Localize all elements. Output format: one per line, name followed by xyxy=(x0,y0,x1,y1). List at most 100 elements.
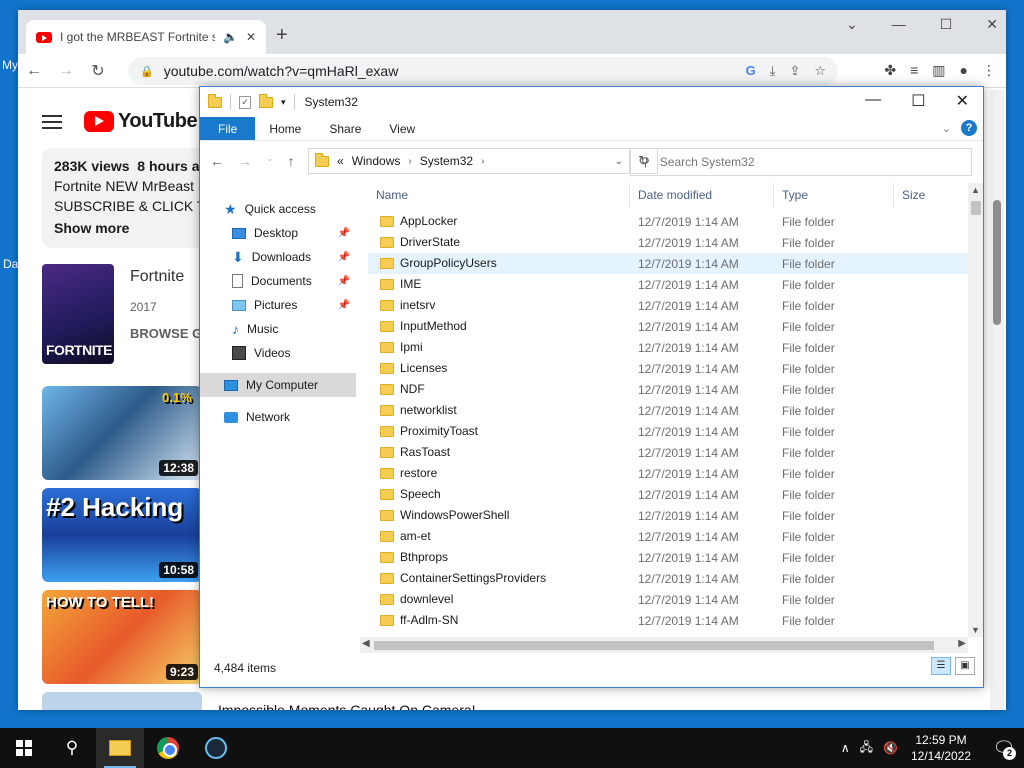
nav-pictures[interactable]: Pictures 📌 xyxy=(200,293,356,317)
minimize-icon[interactable]: — xyxy=(865,91,881,111)
new-folder-icon[interactable] xyxy=(259,93,273,108)
nav-documents[interactable]: Documents 📌 xyxy=(200,269,356,293)
table-row[interactable]: DriverState 12/7/2019 1:14 AM File folder xyxy=(368,232,968,253)
show-hidden-icons-icon[interactable]: ∧ xyxy=(841,741,850,755)
taskbar-file-explorer[interactable] xyxy=(96,728,144,768)
forward-icon[interactable]: → xyxy=(238,153,252,169)
desktop-icon-label[interactable]: My xyxy=(2,58,18,72)
nav-quick-access[interactable]: ★ Quick access xyxy=(200,197,356,221)
menu-icon[interactable] xyxy=(42,114,62,129)
search-button[interactable]: ⚲ xyxy=(48,728,96,768)
table-row[interactable]: InputMethod 12/7/2019 1:14 AM File folder xyxy=(368,316,968,337)
table-row[interactable]: am-et 12/7/2019 1:14 AM File folder xyxy=(368,526,968,547)
lock-icon[interactable]: 🔒 xyxy=(140,65,154,78)
notification-center-button[interactable]: 🗨 2 xyxy=(984,728,1024,768)
media-control-icon[interactable]: ≡ xyxy=(910,62,918,79)
up-icon[interactable]: ↑ xyxy=(288,153,295,169)
volume-muted-icon[interactable]: 🔇 xyxy=(883,741,898,755)
page-scrollbar-thumb[interactable] xyxy=(993,200,1001,325)
chrome-menu-icon[interactable]: ⋮ xyxy=(982,62,996,79)
expand-ribbon-icon[interactable]: ⌄ xyxy=(942,122,951,135)
quick-access-dropdown-icon[interactable]: ▾ xyxy=(281,97,286,108)
file-name-cell[interactable]: NDF xyxy=(380,382,425,396)
search-input[interactable] xyxy=(659,155,940,169)
scrollbar-thumb[interactable] xyxy=(374,641,934,650)
side-panel-icon[interactable]: ▥ xyxy=(932,62,945,79)
video-thumbnail[interactable]: #2 Hacking 10:58 xyxy=(42,488,202,582)
url-text[interactable]: youtube.com/watch?v=qmHaRl_exaw xyxy=(164,63,736,79)
tab-file[interactable]: File xyxy=(200,117,256,140)
table-row[interactable]: networklist 12/7/2019 1:14 AM File folder xyxy=(368,400,968,421)
new-tab-icon[interactable]: + xyxy=(276,24,288,47)
help-icon[interactable]: ? xyxy=(961,120,977,136)
address-bar[interactable]: 🔒 youtube.com/watch?v=qmHaRl_exaw G ⤓ ⇪ … xyxy=(128,57,838,85)
browser-tab[interactable]: I got the MRBEAST Fortnite skin 🔈 ✕ xyxy=(26,20,266,54)
game-thumbnail[interactable]: FORTNITE xyxy=(42,264,114,364)
chevron-down-icon[interactable]: ⌄ xyxy=(615,156,623,167)
page-scrollbar[interactable] xyxy=(990,90,1004,710)
search-box[interactable]: ⚲ xyxy=(630,148,972,176)
video-thumbnail[interactable] xyxy=(42,692,202,710)
file-name-cell[interactable]: am-et xyxy=(380,529,431,543)
maximize-icon[interactable]: ☐ xyxy=(911,91,925,111)
file-name-cell[interactable]: GroupPolicyUsers xyxy=(380,256,497,270)
table-row[interactable]: WindowsPowerShell 12/7/2019 1:14 AM File f… xyxy=(368,505,968,526)
reload-icon[interactable]: ↻ xyxy=(82,61,114,81)
chevron-right-icon[interactable]: › xyxy=(408,156,411,167)
file-name-cell[interactable]: Speech xyxy=(380,487,441,501)
file-name-cell[interactable]: Bthprops xyxy=(380,550,448,564)
table-row[interactable]: ContainerSettingsProviders 12/7/2019 1:14… xyxy=(368,568,968,589)
tab-view[interactable]: View xyxy=(375,117,429,140)
scroll-right-icon[interactable]: ▶ xyxy=(958,638,966,649)
scroll-down-icon[interactable]: ▼ xyxy=(971,625,980,635)
table-row[interactable]: inetsrv 12/7/2019 1:14 AM File folder xyxy=(368,295,968,316)
chevron-right-icon[interactable]: › xyxy=(481,156,484,167)
table-row[interactable]: ProximityToast 12/7/2019 1:14 AM File fold… xyxy=(368,421,968,442)
properties-icon[interactable]: ✓ xyxy=(239,95,251,109)
column-name[interactable]: Name xyxy=(368,183,630,207)
table-row[interactable]: downlevel 12/7/2019 1:14 AM File folder xyxy=(368,589,968,610)
nav-my-computer[interactable]: My Computer xyxy=(200,373,356,397)
file-name-cell[interactable]: downlevel xyxy=(380,592,453,606)
network-icon[interactable]: 🖧 xyxy=(860,738,873,759)
breadcrumb-system32[interactable]: System32 xyxy=(420,154,473,168)
maximize-icon[interactable]: ☐ xyxy=(940,16,953,33)
column-type[interactable]: Type xyxy=(774,183,894,207)
video-thumbnail[interactable]: HOW TO TELL! 9:23 xyxy=(42,590,202,684)
file-list-scrollbar[interactable]: ▲ ▼ xyxy=(968,183,983,637)
back-icon[interactable]: ← xyxy=(18,62,50,80)
file-name-cell[interactable]: Licenses xyxy=(380,361,447,375)
pin-icon[interactable]: 📌 xyxy=(338,276,350,287)
youtube-logo[interactable]: YouTube xyxy=(84,110,198,133)
pin-icon[interactable]: 📌 xyxy=(338,300,350,311)
file-name-cell[interactable]: RasToast xyxy=(380,445,450,459)
table-row[interactable]: Licenses 12/7/2019 1:14 AM File folder xyxy=(368,358,968,379)
start-button[interactable] xyxy=(0,728,48,768)
nav-desktop[interactable]: Desktop 📌 xyxy=(200,221,356,245)
taskbar-steam[interactable] xyxy=(192,728,240,768)
back-icon[interactable]: ← xyxy=(210,153,224,169)
nav-videos[interactable]: Videos xyxy=(200,341,356,365)
google-lens-icon[interactable]: G xyxy=(746,63,756,79)
table-row[interactable]: Bthprops 12/7/2019 1:14 AM File folder xyxy=(368,547,968,568)
column-date-modified[interactable]: Date modified xyxy=(630,183,774,207)
desktop-icon-label[interactable]: Da xyxy=(3,257,18,271)
file-name-cell[interactable]: ProximityToast xyxy=(380,424,478,438)
file-name-cell[interactable]: Ipmi xyxy=(380,340,423,354)
file-name-cell[interactable]: InputMethod xyxy=(380,319,467,333)
tab-share[interactable]: Share xyxy=(315,117,375,140)
nav-network[interactable]: Network xyxy=(200,405,356,429)
file-name-cell[interactable]: inetsrv xyxy=(380,298,435,312)
file-name-cell[interactable]: restore xyxy=(380,466,437,480)
file-name-cell[interactable]: DriverState xyxy=(380,235,460,249)
large-icons-view-icon[interactable]: ▣ xyxy=(955,657,975,675)
speaker-icon[interactable]: 🔈 xyxy=(223,30,238,44)
table-row[interactable]: restore 12/7/2019 1:14 AM File folder xyxy=(368,463,968,484)
file-name-cell[interactable]: IME xyxy=(380,277,421,291)
scrollbar-thumb[interactable] xyxy=(971,201,981,215)
table-row[interactable]: NDF 12/7/2019 1:14 AM File folder xyxy=(368,379,968,400)
file-name-cell[interactable]: ff-Adlm-SN xyxy=(380,613,458,627)
tab-search-icon[interactable]: ⌄ xyxy=(846,16,858,33)
table-row[interactable]: Speech 12/7/2019 1:14 AM File folder xyxy=(368,484,968,505)
column-size[interactable]: Size xyxy=(894,183,968,207)
